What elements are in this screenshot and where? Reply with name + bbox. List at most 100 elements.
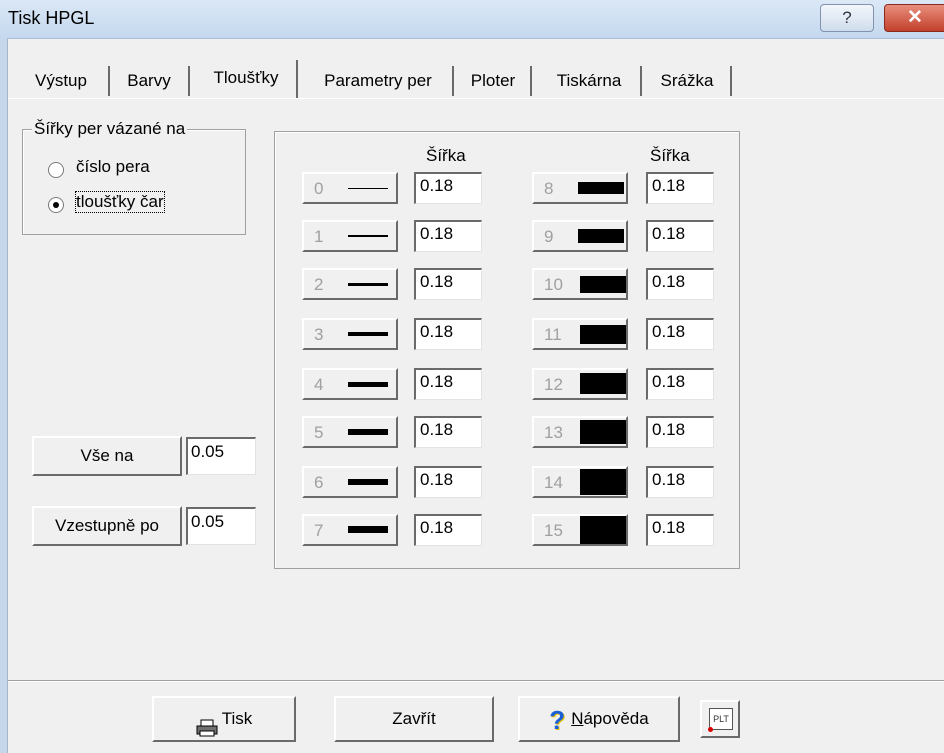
- tab-parametry-per[interactable]: Parametry per: [304, 66, 454, 96]
- pen-number: 12: [544, 375, 563, 394]
- title-bar: Tisk HPGL ? ✕: [0, 0, 944, 39]
- pen-line-sample: [580, 516, 626, 544]
- pen-line-sample: [348, 526, 388, 533]
- pen-12-button[interactable]: 12: [532, 368, 628, 400]
- pen-7-width-field[interactable]: 0.18: [414, 514, 482, 546]
- window-frame-left: [0, 38, 8, 753]
- plt-file-icon: PLT: [708, 708, 733, 732]
- pen-13-button[interactable]: 13: [532, 416, 628, 448]
- plt-preview-button[interactable]: PLT: [700, 700, 740, 738]
- close-title-button[interactable]: ✕: [884, 4, 944, 32]
- pen-5-width-field[interactable]: 0.18: [414, 416, 482, 448]
- pen-4-width-field[interactable]: 0.18: [414, 368, 482, 400]
- pen-3-button[interactable]: 3: [302, 318, 398, 350]
- width-binding-legend: Šířky per vázané na: [32, 119, 188, 139]
- width-column-header-left: Šířka: [426, 146, 466, 165]
- pen-line-sample: [348, 188, 388, 189]
- pen-line-sample: [348, 235, 388, 237]
- pen-line-sample: [348, 382, 388, 387]
- pen-number: 5: [314, 423, 324, 442]
- pen-5-button[interactable]: 5: [302, 416, 398, 448]
- pen-0-width-field[interactable]: 0.18: [414, 172, 482, 204]
- pen-line-sample: [348, 332, 388, 336]
- window-title: Tisk HPGL: [8, 8, 95, 28]
- pen-11-button[interactable]: 11: [532, 318, 628, 350]
- pen-1-button[interactable]: 1: [302, 220, 398, 252]
- tab-tiskarna[interactable]: Tiskárna: [538, 66, 642, 96]
- tab-barvy[interactable]: Barvy: [110, 66, 190, 96]
- pen-11-width-field[interactable]: 0.18: [646, 318, 714, 350]
- tab-vystup[interactable]: Výstup: [14, 66, 110, 96]
- radio-line-thickness[interactable]: [48, 197, 64, 213]
- close-label: Zavřít: [392, 709, 436, 728]
- pen-line-sample: [348, 429, 388, 435]
- pen-number: 13: [544, 423, 563, 442]
- pen-12-width-field[interactable]: 0.18: [646, 368, 714, 400]
- pen-2-button[interactable]: 2: [302, 268, 398, 300]
- pen-number: 6: [314, 473, 324, 492]
- pen-9-button[interactable]: 9: [532, 220, 628, 252]
- pen-13-width-field[interactable]: 0.18: [646, 416, 714, 448]
- pen-14-button[interactable]: 14: [532, 466, 628, 498]
- width-binding-group: [22, 129, 246, 235]
- pen-0-button[interactable]: 0: [302, 172, 398, 204]
- pen-3-width-field[interactable]: 0.18: [414, 318, 482, 350]
- pen-2-width-field[interactable]: 0.18: [414, 268, 482, 300]
- pen-number: 8: [544, 179, 554, 198]
- pen-8-width-field[interactable]: 0.18: [646, 172, 714, 204]
- width-column-header-right: Šířka: [650, 146, 690, 165]
- radio-line-thickness-label[interactable]: tloušťky čar: [75, 191, 165, 213]
- pen-1-width-field[interactable]: 0.18: [414, 220, 482, 252]
- pen-line-sample: [580, 373, 626, 394]
- pen-line-sample: [580, 420, 626, 444]
- pen-line-sample: [578, 229, 624, 243]
- radio-pen-number-label[interactable]: číslo pera: [76, 157, 150, 177]
- pen-number: 9: [544, 227, 554, 246]
- ascending-button[interactable]: Vzestupně po: [32, 506, 182, 546]
- tab-srazka[interactable]: Srážka: [644, 66, 732, 96]
- pen-14-width-field[interactable]: 0.18: [646, 466, 714, 498]
- help-label: ápověda: [583, 709, 649, 728]
- tab-tloustky[interactable]: Tloušťky: [196, 60, 298, 98]
- pen-number: 2: [314, 275, 324, 294]
- pen-number: 1: [314, 227, 324, 246]
- tab-divider: [8, 98, 944, 99]
- close-button[interactable]: Zavřít: [334, 696, 494, 742]
- pen-number: 14: [544, 473, 563, 492]
- pen-10-width-field[interactable]: 0.18: [646, 268, 714, 300]
- ascending-value-field[interactable]: 0.05: [186, 507, 256, 545]
- print-button[interactable]: Tisk: [152, 696, 296, 742]
- pen-line-sample: [348, 283, 388, 286]
- set-all-value-field[interactable]: 0.05: [186, 437, 256, 475]
- pen-15-button[interactable]: 15: [532, 514, 628, 546]
- pen-9-width-field[interactable]: 0.18: [646, 220, 714, 252]
- pen-4-button[interactable]: 4: [302, 368, 398, 400]
- pen-number: 11: [544, 325, 562, 344]
- pen-6-width-field[interactable]: 0.18: [414, 466, 482, 498]
- pen-line-sample: [580, 469, 626, 495]
- pen-number: 10: [544, 275, 563, 294]
- question-icon: ?: [842, 8, 852, 27]
- pen-number: 7: [314, 521, 324, 540]
- pen-8-button[interactable]: 8: [532, 172, 628, 204]
- pen-number: 4: [314, 375, 324, 394]
- print-label: Tisk: [221, 709, 253, 728]
- help-title-button[interactable]: ?: [820, 4, 874, 32]
- radio-pen-number[interactable]: [48, 162, 64, 178]
- pen-line-sample: [580, 325, 626, 344]
- pen-line-sample: [348, 479, 388, 485]
- help-label-hotkey: N: [571, 709, 584, 728]
- pen-line-sample: [580, 276, 626, 293]
- set-all-button[interactable]: Vše na: [32, 436, 182, 476]
- pen-7-button[interactable]: 7: [302, 514, 398, 546]
- pen-10-button[interactable]: 10: [532, 268, 628, 300]
- pen-number: 3: [314, 325, 324, 344]
- printer-icon: [196, 711, 218, 737]
- pen-15-width-field[interactable]: 0.18: [646, 514, 714, 546]
- pen-number: 15: [544, 521, 563, 540]
- pen-number: 0: [314, 179, 324, 198]
- help-question-icon: ?: [549, 704, 566, 735]
- tab-ploter[interactable]: Ploter: [456, 66, 532, 96]
- help-button[interactable]: ? Nápověda: [518, 696, 680, 742]
- pen-6-button[interactable]: 6: [302, 466, 398, 498]
